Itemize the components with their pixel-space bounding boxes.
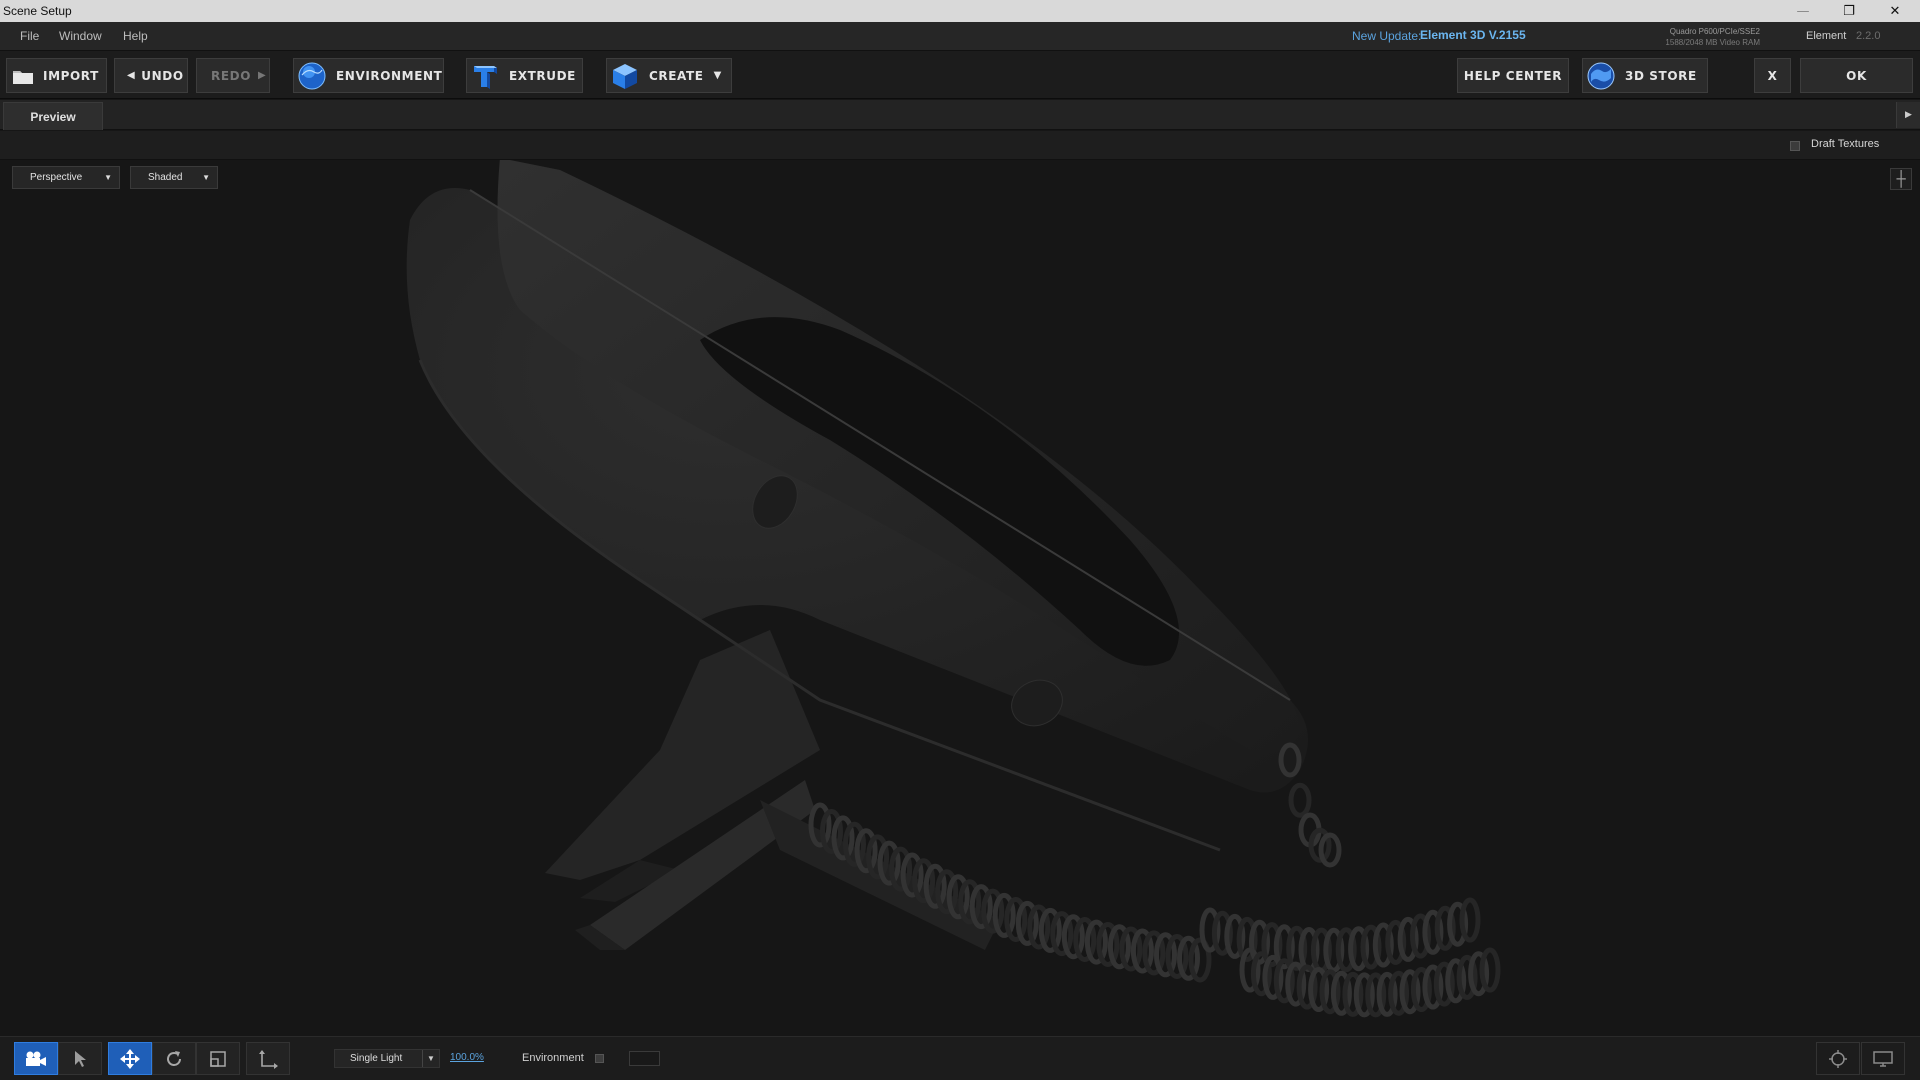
store-globe-icon [1587,62,1615,90]
scene-render[interactable] [0,160,1920,1036]
monitor-icon [1873,1050,1893,1067]
chevron-down-icon: ▼ [713,70,722,81]
options-strip: Draft Textures [0,131,1920,160]
coiled-cord [808,742,1501,1018]
gpu-name: Quadro P600/PCIe/SSE2 [1669,27,1760,36]
main-toolbar: IMPORT ◀ UNDO REDO ▶ ENVIRONMENT EXTRUDE… [0,51,1920,99]
bottom-toolbar: Single Light ▼ 100.0% Environment [0,1036,1920,1080]
folder-icon [11,62,35,90]
viewport-layout-button[interactable]: ┼ [1890,168,1912,190]
tab-strip: Preview ▶ [0,100,1920,130]
menu-file[interactable]: File [20,29,39,43]
gpu-info: Quadro P600/PCIe/SSE2 1588/2048 MB Video… [1640,26,1760,48]
scale-tool-button[interactable] [196,1042,240,1075]
extrude-icon [471,62,499,90]
menu-help[interactable]: Help [123,29,148,43]
environment-button[interactable]: ENVIRONMENT [293,58,444,93]
update-label[interactable]: New Update: [1352,29,1421,43]
import-button[interactable]: IMPORT [6,58,107,93]
cord-coil [1288,782,1312,818]
menu-window[interactable]: Window [59,29,102,43]
target-icon [1829,1049,1847,1068]
move-icon [120,1048,140,1069]
window-title: Scene Setup [3,4,72,18]
tab-preview[interactable]: Preview [3,102,103,130]
3d-viewport[interactable]: Perspective ▼ Shaded ▼ ┼ [0,160,1920,1036]
chevron-left-icon: ◀ [127,70,136,81]
cord-coil [1479,947,1501,993]
draft-textures-label: Draft Textures [1811,138,1880,150]
close-icon: ✕ [1889,3,1901,19]
crosshair-icon: ┼ [1896,170,1906,188]
panel-expand-button[interactable]: ▶ [1896,102,1920,128]
cord-coil [1459,897,1481,943]
restore-button[interactable]: ❐ [1826,0,1872,22]
create-button[interactable]: CREATE ▼ [606,58,732,93]
shading-dropdown[interactable]: Shaded ▼ [130,166,218,189]
environment-label: Environment [522,1052,584,1064]
move-tool-button[interactable] [108,1042,152,1075]
pointer-icon [75,1050,86,1067]
close-window-button[interactable]: ✕ [1872,0,1918,22]
lighting-dropdown[interactable]: Single Light ▼ [334,1049,440,1068]
restore-icon: ❐ [1843,3,1855,19]
menu-bar: File Window Help New Update: Element 3D … [0,22,1920,51]
camera-tool-button[interactable] [14,1042,58,1075]
cancel-button[interactable]: X [1754,58,1791,93]
minimize-icon: — [1796,3,1810,19]
display-settings-button[interactable] [1861,1042,1905,1075]
cube-icon [611,62,639,90]
scale-icon [210,1050,226,1067]
app-name: Element [1806,30,1847,42]
camera-view-dropdown[interactable]: Perspective ▼ [12,166,120,189]
camera-icon [26,1051,46,1066]
gpu-ram: 1588/2048 MB Video RAM [1665,38,1760,47]
caret-down-icon: ▼ [202,173,210,182]
title-bar: Scene Setup — ❐ ✕ [0,0,1920,22]
triangle-right-icon: ▶ [1905,110,1912,120]
redo-button[interactable]: REDO ▶ [196,58,270,93]
globe-icon [298,62,326,90]
chevron-right-icon: ▶ [258,70,267,81]
minimize-button[interactable]: — [1780,0,1826,22]
update-version-link[interactable]: Element 3D V.2155 [1420,28,1526,42]
environment-color-swatch[interactable] [629,1051,660,1066]
world-axis-button[interactable] [246,1042,290,1075]
rotate-icon [167,1050,181,1066]
select-tool-button[interactable] [58,1042,102,1075]
light-intensity-value[interactable]: 100.0% [450,1052,484,1063]
environment-checkbox[interactable] [595,1054,604,1063]
draft-textures-checkbox[interactable] [1790,141,1800,151]
rotate-tool-button[interactable] [152,1042,196,1075]
undo-button[interactable]: ◀ UNDO [114,58,188,93]
caret-down-icon: ▼ [104,173,112,182]
render-settings-button[interactable] [1816,1042,1860,1075]
app-version: 2.2.0 [1856,30,1881,42]
extrude-button[interactable]: EXTRUDE [466,58,583,93]
caret-down-icon: ▼ [422,1050,439,1067]
help-center-button[interactable]: HELP CENTER [1457,58,1569,93]
ok-button[interactable]: OK [1800,58,1913,93]
3d-store-button[interactable]: 3D STORE [1582,58,1708,93]
axis-icon [259,1049,278,1069]
